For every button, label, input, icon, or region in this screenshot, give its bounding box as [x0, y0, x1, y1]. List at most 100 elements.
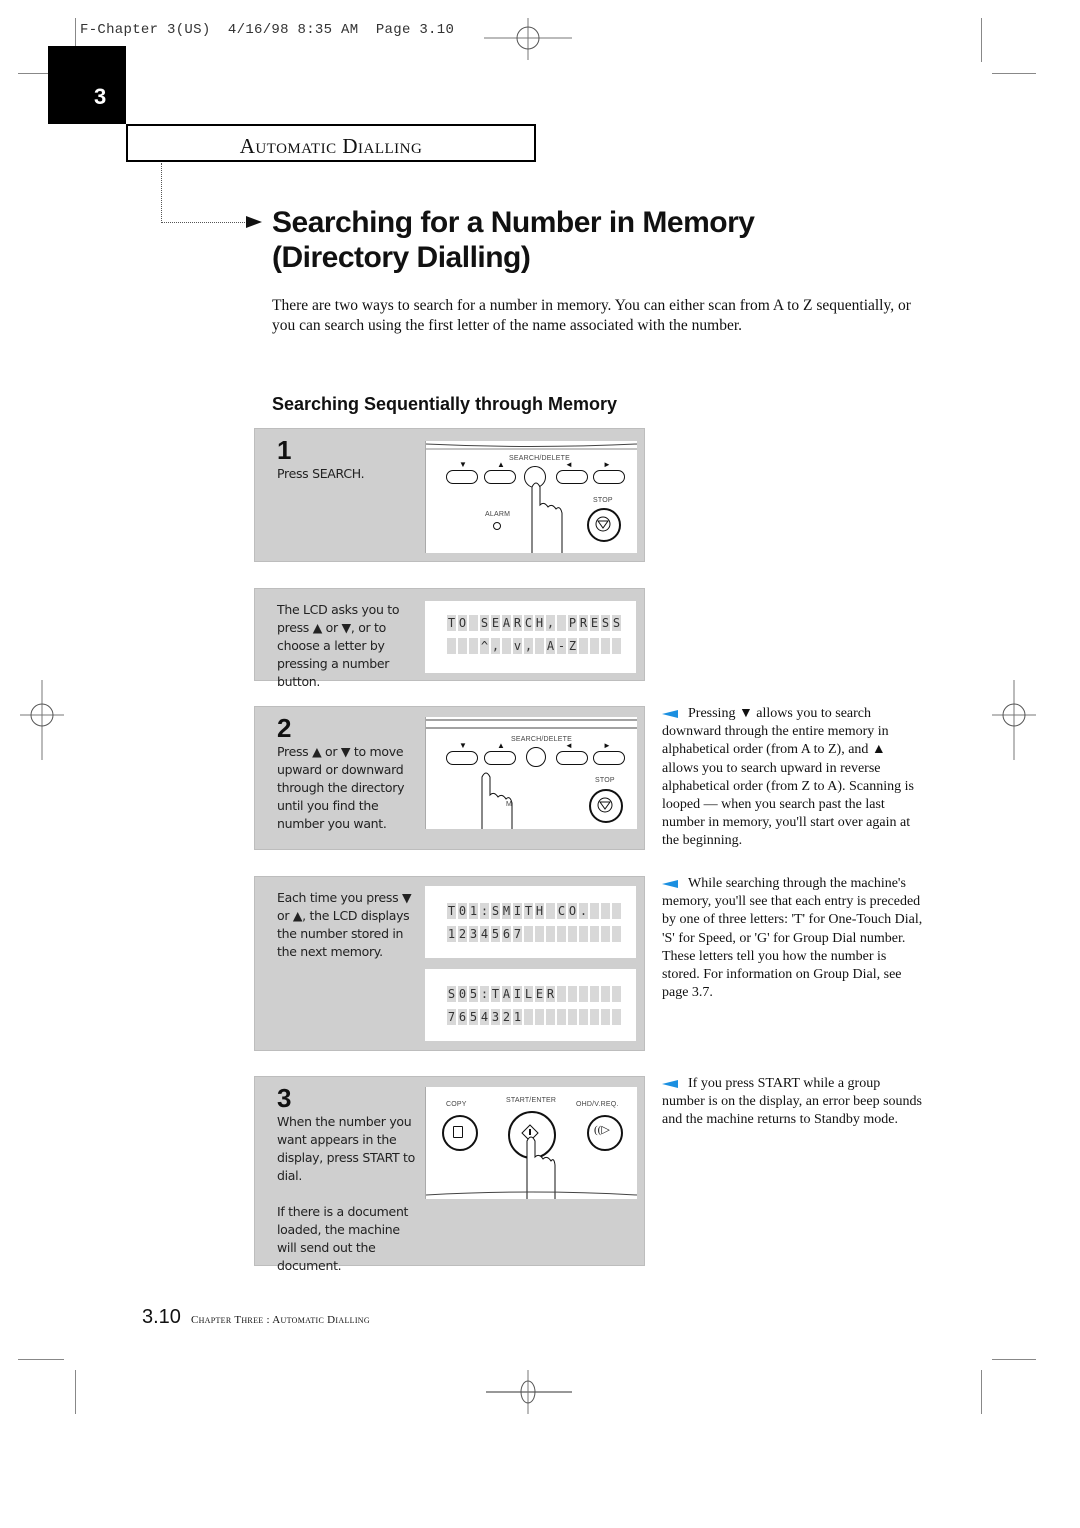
- down-arrow-icon: ▼: [459, 741, 467, 750]
- lcd-cell: [612, 926, 621, 942]
- right-button[interactable]: [593, 470, 625, 484]
- lcd-cell: [535, 638, 544, 654]
- lcd-cell: [535, 1009, 544, 1025]
- control-panel-illustration: COPY START/ENTER OHD/V.REQ. ((▷: [425, 1087, 637, 1199]
- up-button[interactable]: [484, 470, 516, 484]
- crop-mark: [992, 1359, 1036, 1360]
- lcd-cell: 0: [458, 903, 467, 919]
- lcd-cell: [557, 986, 566, 1002]
- lcd-cell: v: [513, 638, 522, 654]
- lcd-cell: M: [502, 903, 511, 919]
- chapter-number: 3: [94, 84, 107, 109]
- lcd-cell: [568, 1009, 577, 1025]
- lcd-display: TOSEARCH,PRESS ^, v, A - Z: [425, 601, 636, 673]
- lcd-cell: 3: [469, 926, 478, 942]
- lcd-cell: E: [535, 986, 544, 1002]
- lcd-display-2: S05:TAILER 7654321: [425, 969, 636, 1041]
- lcd-cell: [601, 926, 610, 942]
- lcd-cell: :: [480, 986, 489, 1002]
- lcd-cell: ,: [546, 615, 555, 631]
- lcd-prompt-panel: The LCD asks you to press ▲ or ▼, or to …: [254, 588, 645, 689]
- arrow-right-icon: [246, 216, 262, 228]
- lcd-cell: [601, 986, 610, 1002]
- lcd-line-1: T01:SMITHCO.: [447, 903, 621, 919]
- lcd-cell: R: [579, 615, 588, 631]
- subheading: Searching Sequentially through Memory: [272, 394, 618, 414]
- lcd-cell: [469, 615, 478, 631]
- finger-label: M: [506, 801, 513, 808]
- lcd-cell: .: [579, 903, 588, 919]
- lcd-cell: [557, 615, 566, 631]
- note-arrow-icon: [662, 879, 678, 888]
- lcd-cell: O: [458, 615, 467, 631]
- step-text: When the number you want appears in the …: [277, 1114, 416, 1183]
- lcd-cell: 3: [491, 1009, 500, 1025]
- lcd-cell: A: [546, 638, 555, 654]
- lcd-cell: T: [491, 986, 500, 1002]
- lcd-line-1: S05:TAILER: [447, 986, 621, 1002]
- lcd-cell: [601, 903, 610, 919]
- lcd-cell: [601, 638, 610, 654]
- lcd-cell: E: [590, 615, 599, 631]
- note-arrow-icon: [662, 1079, 678, 1088]
- down-button[interactable]: [446, 751, 478, 765]
- lcd-cell: [590, 903, 599, 919]
- lcd-cell: S: [480, 615, 489, 631]
- finger-pointer-icon: [531, 482, 563, 553]
- lcd-cell: [524, 1009, 533, 1025]
- step-number: 2: [277, 713, 292, 743]
- lcd-cell: 4: [480, 1009, 489, 1025]
- lcd-cell: A: [502, 986, 511, 1002]
- lcd-cell: 7: [447, 1009, 456, 1025]
- lcd-cell: 5: [469, 1009, 478, 1025]
- lcd-cell: [590, 1009, 599, 1025]
- lcd-cell: -: [557, 638, 566, 654]
- connector-line: [161, 222, 247, 223]
- stop-label: STOP: [593, 497, 613, 504]
- up-button[interactable]: [484, 751, 516, 765]
- lcd-cell: H: [535, 903, 544, 919]
- lcd-cell: [568, 986, 577, 1002]
- up-arrow-icon: ▲: [497, 460, 505, 469]
- control-panel-illustration: SEARCH/DELETE ▼ ▲ ◄ ► STOP M: [425, 717, 637, 829]
- crop-mark: [981, 1370, 982, 1414]
- registration-mark-icon: [992, 680, 1036, 760]
- right-arrow-icon: ►: [603, 460, 611, 469]
- lcd-cell: 2: [502, 1009, 511, 1025]
- crop-mark: [981, 18, 982, 62]
- lcd-cell: [590, 986, 599, 1002]
- lcd-cell: O: [568, 903, 577, 919]
- lcd-cell: [612, 986, 621, 1002]
- step-number: 1: [277, 435, 292, 465]
- step-3-panel: 3 When the number you want appears in th…: [254, 1076, 645, 1273]
- alarm-indicator: [493, 522, 501, 530]
- lcd-cell: [524, 926, 533, 942]
- lcd-cell: 2: [458, 926, 467, 942]
- lcd-cell: H: [535, 615, 544, 631]
- lcd-results-panel: Each time you press ▼ or ▲, the LCD disp…: [254, 876, 645, 1051]
- lcd-cell: T: [447, 903, 456, 919]
- lcd-cell: [579, 638, 588, 654]
- lcd-cell: [546, 903, 555, 919]
- chapter-tab: [48, 46, 126, 124]
- step-text-secondary: If there is a document loaded, the machi…: [277, 1204, 409, 1273]
- lcd-cell: I: [513, 903, 522, 919]
- stop-icon: [597, 797, 613, 813]
- down-button[interactable]: [446, 470, 478, 484]
- lcd-cell: 1: [469, 903, 478, 919]
- crop-mark: [992, 73, 1036, 74]
- right-button[interactable]: [593, 751, 625, 765]
- lcd-cell: [579, 926, 588, 942]
- lcd-cell: [469, 638, 478, 654]
- step-number: 3: [277, 1083, 292, 1113]
- lcd-line-2: ^, v, A - Z: [447, 638, 621, 654]
- lcd-cell: [568, 926, 577, 942]
- page-title-line1: Searching for a Number in Memory: [272, 206, 755, 239]
- lcd-cell: ^: [480, 638, 489, 654]
- step-text: Press SEARCH.: [277, 466, 365, 481]
- left-button[interactable]: [556, 751, 588, 765]
- left-arrow-icon: ◄: [565, 741, 573, 750]
- lcd-line-2: 7654321: [447, 1009, 621, 1025]
- search-delete-button[interactable]: [526, 747, 546, 767]
- copy-icon: [453, 1126, 463, 1138]
